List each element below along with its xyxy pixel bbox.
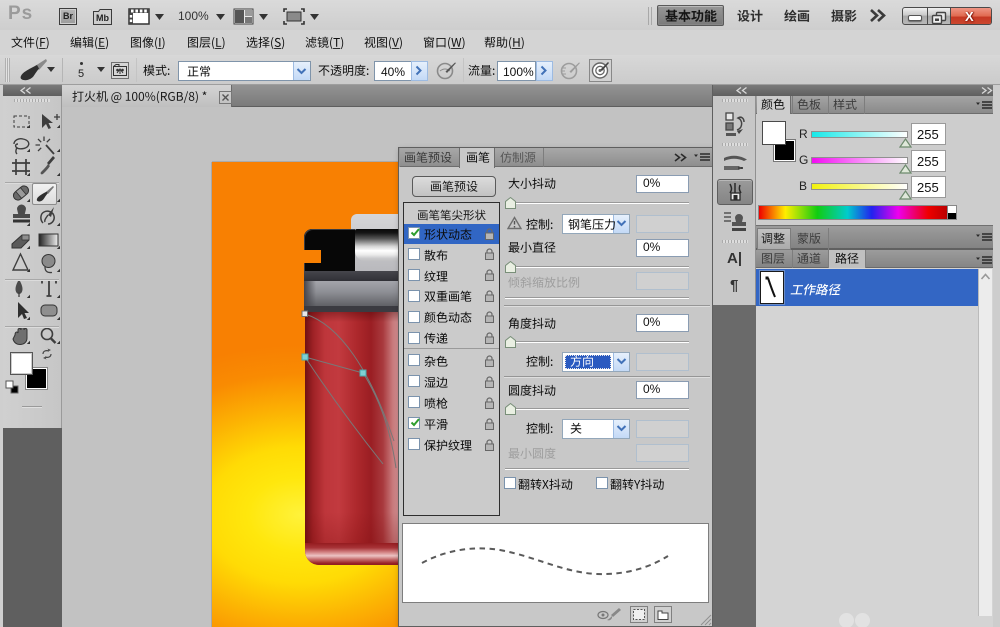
svg-text:Mb: Mb <box>96 13 109 23</box>
